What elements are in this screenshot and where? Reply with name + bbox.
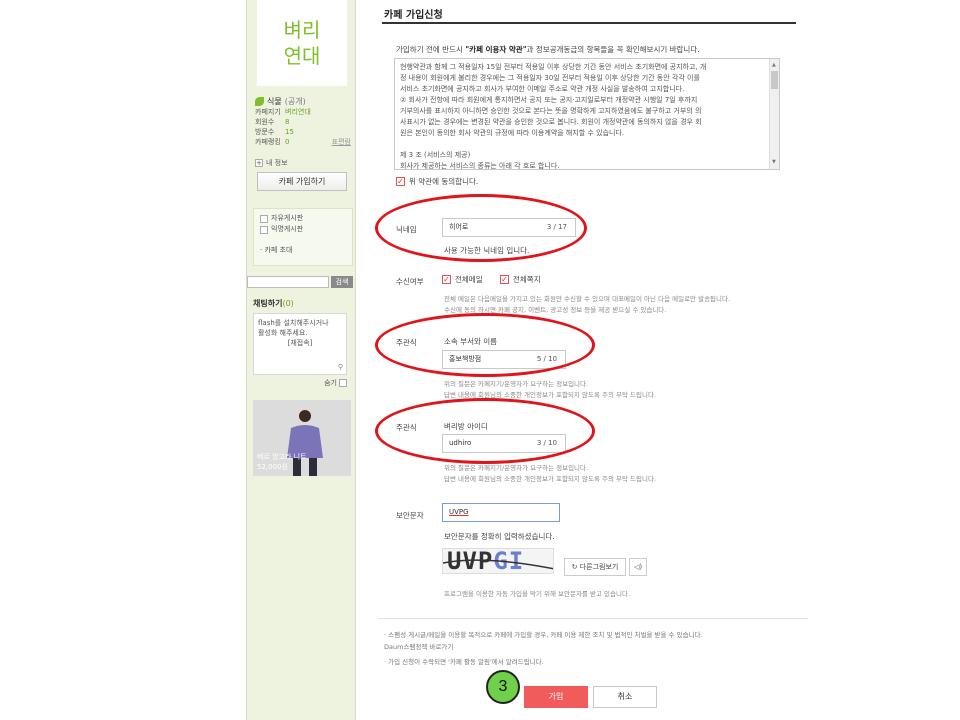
receive-note-checkbox[interactable]: ✓ (500, 275, 509, 284)
receive-label: 수신여부 (396, 277, 424, 286)
highlight-ring-nickname (375, 194, 587, 262)
sidebar-search-input[interactable] (247, 276, 329, 288)
captcha-input[interactable]: UVPG (442, 503, 560, 522)
chat-panel: 채팅하기(0) flash를 설치해주시거나 활성화 해주세요. [재접속] ⚲… (253, 298, 353, 388)
captcha-label: 보안문자 (396, 511, 424, 520)
terms-scrollbar[interactable]: ▲ ▼ (769, 59, 779, 169)
expand-icon: + (255, 159, 263, 167)
scroll-down-icon[interactable]: ▼ (772, 157, 776, 168)
ad-product-price: 52,000원 (257, 463, 288, 471)
join-button[interactable]: 가입 (524, 686, 588, 708)
info-key: 회원수 (255, 118, 275, 126)
board-icon (260, 225, 268, 234)
receive-mail-label: 전체메일 (455, 275, 483, 284)
chat-title: 채팅하기(0) (253, 298, 353, 309)
chat-title-label: 채팅하기 (253, 299, 283, 308)
receive-mail-checkbox[interactable]: ✓ (442, 275, 451, 284)
board-item-anonymous[interactable]: 익명게시판 (260, 224, 346, 235)
scroll-thumb[interactable] (771, 71, 778, 89)
spam-policy-link[interactable]: Daum스팸정책 바로가기 (384, 642, 453, 652)
chat-hide-toggle[interactable]: 숨기 (253, 378, 353, 388)
board-item-free[interactable]: 자유게시판 (260, 213, 346, 224)
ad-product-name: 베르 앙고라 니트 (257, 453, 307, 461)
info-value: 15 (285, 128, 294, 136)
join-notice: · 가입 신청이 수락되면 '카페 활동 알림'에서 알려드립니다. (384, 658, 544, 666)
info-key: 카페랭킹 (255, 138, 281, 146)
highlight-ring-q1 (375, 313, 595, 377)
search-icon[interactable]: ⚲ (338, 362, 343, 372)
hide-checkbox[interactable] (339, 379, 347, 387)
info-row-members: 회원수 8 (255, 117, 351, 127)
board-label: 자유게시판 (271, 214, 304, 222)
spam-warning: · 스팸성 게시글/메일을 이용할 목적으로 카페에 가입할 경우, 카페 이용… (384, 631, 703, 639)
captcha-sound-button[interactable]: ◁) (629, 558, 647, 576)
speaker-icon: ◁) (633, 563, 643, 571)
terms-link[interactable]: "카페 이용자 약관" (465, 45, 526, 54)
receive-note-label: 전체쪽지 (513, 275, 541, 284)
info-value: 8 (285, 118, 290, 126)
info-row-manager: 카페지기 벼리연대 (255, 107, 351, 117)
captcha-refresh-button[interactable]: ↻ 다른그림보기 (564, 558, 626, 576)
captcha-value: UVPG (449, 508, 469, 516)
cafe-invite-link[interactable]: · 카페 초대 (260, 245, 346, 255)
intro-text: 가입하기 전에 반드시 (396, 45, 466, 54)
agree-label: 위 약관에 동의합니다. (409, 177, 479, 186)
board-icon (260, 214, 268, 223)
info-row-visits: 방문수 15 (255, 127, 351, 137)
cafe-visibility: (공개) (284, 97, 306, 106)
scroll-up-icon[interactable]: ▲ (772, 60, 776, 71)
terms-intro: 가입하기 전에 반드시 "카페 이용자 약관"과 정보공개동급의 항목들을 꼭 … (396, 44, 700, 55)
info-value: 0 (285, 138, 290, 146)
sidebar-search-button[interactable]: 검색 (331, 276, 353, 288)
sidebar-ad[interactable]: 베르 앙고라 니트 52,000원 (253, 400, 351, 476)
my-info-link[interactable]: + 내 정보 (255, 158, 288, 168)
page-title: 카페 가입신청 (384, 10, 443, 21)
board-menu: 자유게시판 익명게시판 · 카페 초대 (253, 208, 353, 266)
plant-icon (255, 97, 264, 106)
title-divider (382, 22, 796, 24)
my-info-label: 내 정보 (266, 159, 288, 167)
info-value[interactable]: 벼리연대 (285, 107, 311, 117)
q2-note: 위의 질문은 카페지기/운영자가 요구하는 정보입니다. 답변 내용에 회원님의… (444, 464, 657, 483)
info-key: 카페지기 (255, 108, 281, 116)
rank-link[interactable]: 표편람 (332, 137, 351, 147)
receive-mail-option[interactable]: ✓ 전체메일 (442, 274, 483, 285)
captcha-instruction: 보안문자를 정확히 입력하셨습니다. (444, 532, 555, 541)
terms-box[interactable]: 현행약관과 함께 그 적용일자 15일 전부터 적용일 이후 상당한 기간 동안… (394, 58, 780, 170)
captcha-image: UVPGI (442, 548, 554, 574)
cafe-logo-text: 벼리 연대 (283, 18, 321, 68)
intro-text-end: 과 정보공개동급의 항목들을 꼭 확인해보시기 바랍니다. (526, 45, 700, 54)
info-key: 방문수 (255, 128, 275, 136)
chat-box: flash를 설치해주시거나 활성화 해주세요. [재접속] ⚲ (253, 313, 347, 375)
cancel-button[interactable]: 취소 (593, 686, 657, 708)
cafe-sidebar: 벼리 연대 식물 (공개) 카페지기 벼리연대 회원수 8 방문수 15 카페랭… (246, 0, 356, 720)
cafe-info: 식물 (공개) 카페지기 벼리연대 회원수 8 방문수 15 카페랭킹 0 표편… (255, 96, 351, 147)
chat-count: (0) (282, 299, 294, 308)
chat-retry-link[interactable]: [재접속] (258, 338, 342, 348)
invite-label: 카페 초대 (264, 246, 293, 254)
cafe-level-label: 식물 (267, 97, 282, 106)
cafe-level: 식물 (공개) (255, 96, 351, 107)
refresh-icon: ↻ (571, 563, 580, 571)
board-label: 익명게시판 (271, 225, 304, 233)
agree-terms[interactable]: ✓ 위 약관에 동의합니다. (396, 176, 478, 187)
cafe-logo[interactable]: 벼리 연대 (257, 0, 347, 86)
receive-note-option[interactable]: ✓ 전체쪽지 (500, 274, 541, 285)
bottom-divider (378, 618, 808, 619)
terms-text: 현행약관과 함께 그 적용일자 15일 전부터 적용일 이후 상당한 기간 동안… (400, 63, 707, 170)
chat-message: flash를 설치해주시거나 활성화 해주세요. (258, 319, 329, 337)
join-form: 카페 가입신청 가입하기 전에 반드시 "카페 이용자 약관"과 정보공개동급의… (364, 0, 960, 720)
step-badge: 3 (486, 670, 520, 704)
agree-checkbox[interactable]: ✓ (396, 177, 405, 186)
captcha-noise (443, 559, 553, 570)
info-row-ranking: 카페랭킹 0 표편람 (255, 137, 351, 147)
captcha-refresh-label: 다른그림보기 (579, 563, 619, 571)
highlight-ring-q2 (375, 398, 595, 464)
chat-hide-label: 숨기 (324, 379, 337, 387)
captcha-note: 프로그램을 이용한 자동 가입을 막기 위해 보안문자를 받고 있습니다. (444, 590, 631, 598)
sidebar-join-button[interactable]: 카페 가입하기 (257, 172, 347, 191)
sidebar-search: 검색 (247, 276, 357, 288)
